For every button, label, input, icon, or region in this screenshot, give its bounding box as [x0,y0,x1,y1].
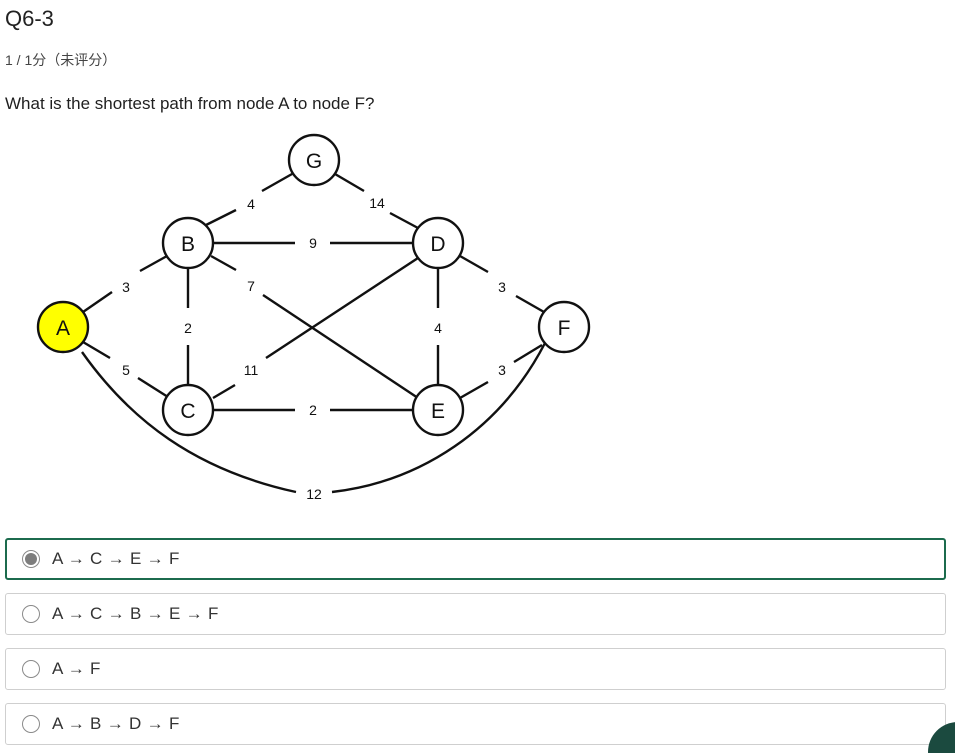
question-title: Q6-3 [5,6,54,31]
radio-button[interactable] [22,715,40,733]
answer-option-label: A → C → E → F [52,549,180,568]
radio-dot [25,553,37,565]
edge-b-e-2 [262,294,419,399]
node-label-f: F [558,317,571,340]
weight-b-c: 2 [184,320,192,336]
edge-a-c-2 [137,376,169,399]
question-text: What is the shortest path from node A to… [5,94,375,113]
radio-button[interactable] [22,660,40,678]
answer-option-label: A → C → B → E → F [52,604,219,623]
edge-g-d [334,172,365,193]
answer-option-2[interactable]: A → C → B → E → F [5,593,946,635]
answer-option-4[interactable]: A → B → D → F [5,703,946,745]
graph-diagram: 3 5 12 4 14 9 7 2 11 2 4 3 3 G B D A F C… [36,133,591,502]
node-label-b: B [181,233,195,256]
edge-b-g-2 [261,172,293,193]
weight-b-e: 7 [247,278,255,294]
weight-a-c: 5 [122,362,130,378]
answer-option-1[interactable]: A → C → E → F [5,538,946,580]
answer-option-label: A → F [52,659,101,678]
weight-g-d: 14 [369,195,385,211]
edge-a-c [82,340,111,360]
edge-c-d [212,383,236,400]
weight-d-e: 4 [434,320,442,336]
edge-e-f-2 [513,343,543,364]
edge-e-f [459,380,489,400]
weight-d-f: 3 [498,279,506,295]
answer-option-label: A → B → D → F [52,714,180,733]
weight-b-d: 9 [309,235,317,251]
node-label-c: C [180,400,195,423]
answer-option-3[interactable]: A → F [5,648,946,690]
node-label-e: E [431,400,445,423]
edge-g-d-2 [389,211,419,230]
edge-b-e [210,254,237,272]
radio-button[interactable] [22,605,40,623]
weight-c-d: 11 [244,362,259,378]
node-label-d: D [430,233,445,256]
weight-a-f: 12 [306,486,322,502]
weight-c-e: 2 [309,402,317,418]
radio-button-selected[interactable] [22,550,40,568]
weight-b-g: 4 [247,196,255,212]
weight-a-b: 3 [122,279,130,295]
edge-a-b-2 [139,254,168,273]
node-label-g: G [306,150,322,173]
node-label-a: A [56,317,70,340]
edge-b-g [205,208,237,227]
weight-e-f: 3 [498,362,506,378]
question-page: Q6-3 1 / 1分（未评分） What is the shortest pa… [0,0,955,753]
edge-d-f-2 [515,294,545,314]
edge-d-f [459,254,489,274]
question-score: 1 / 1分（未评分） [5,52,117,68]
edge-c-d-2 [265,256,419,360]
edge-a-b [82,291,113,313]
